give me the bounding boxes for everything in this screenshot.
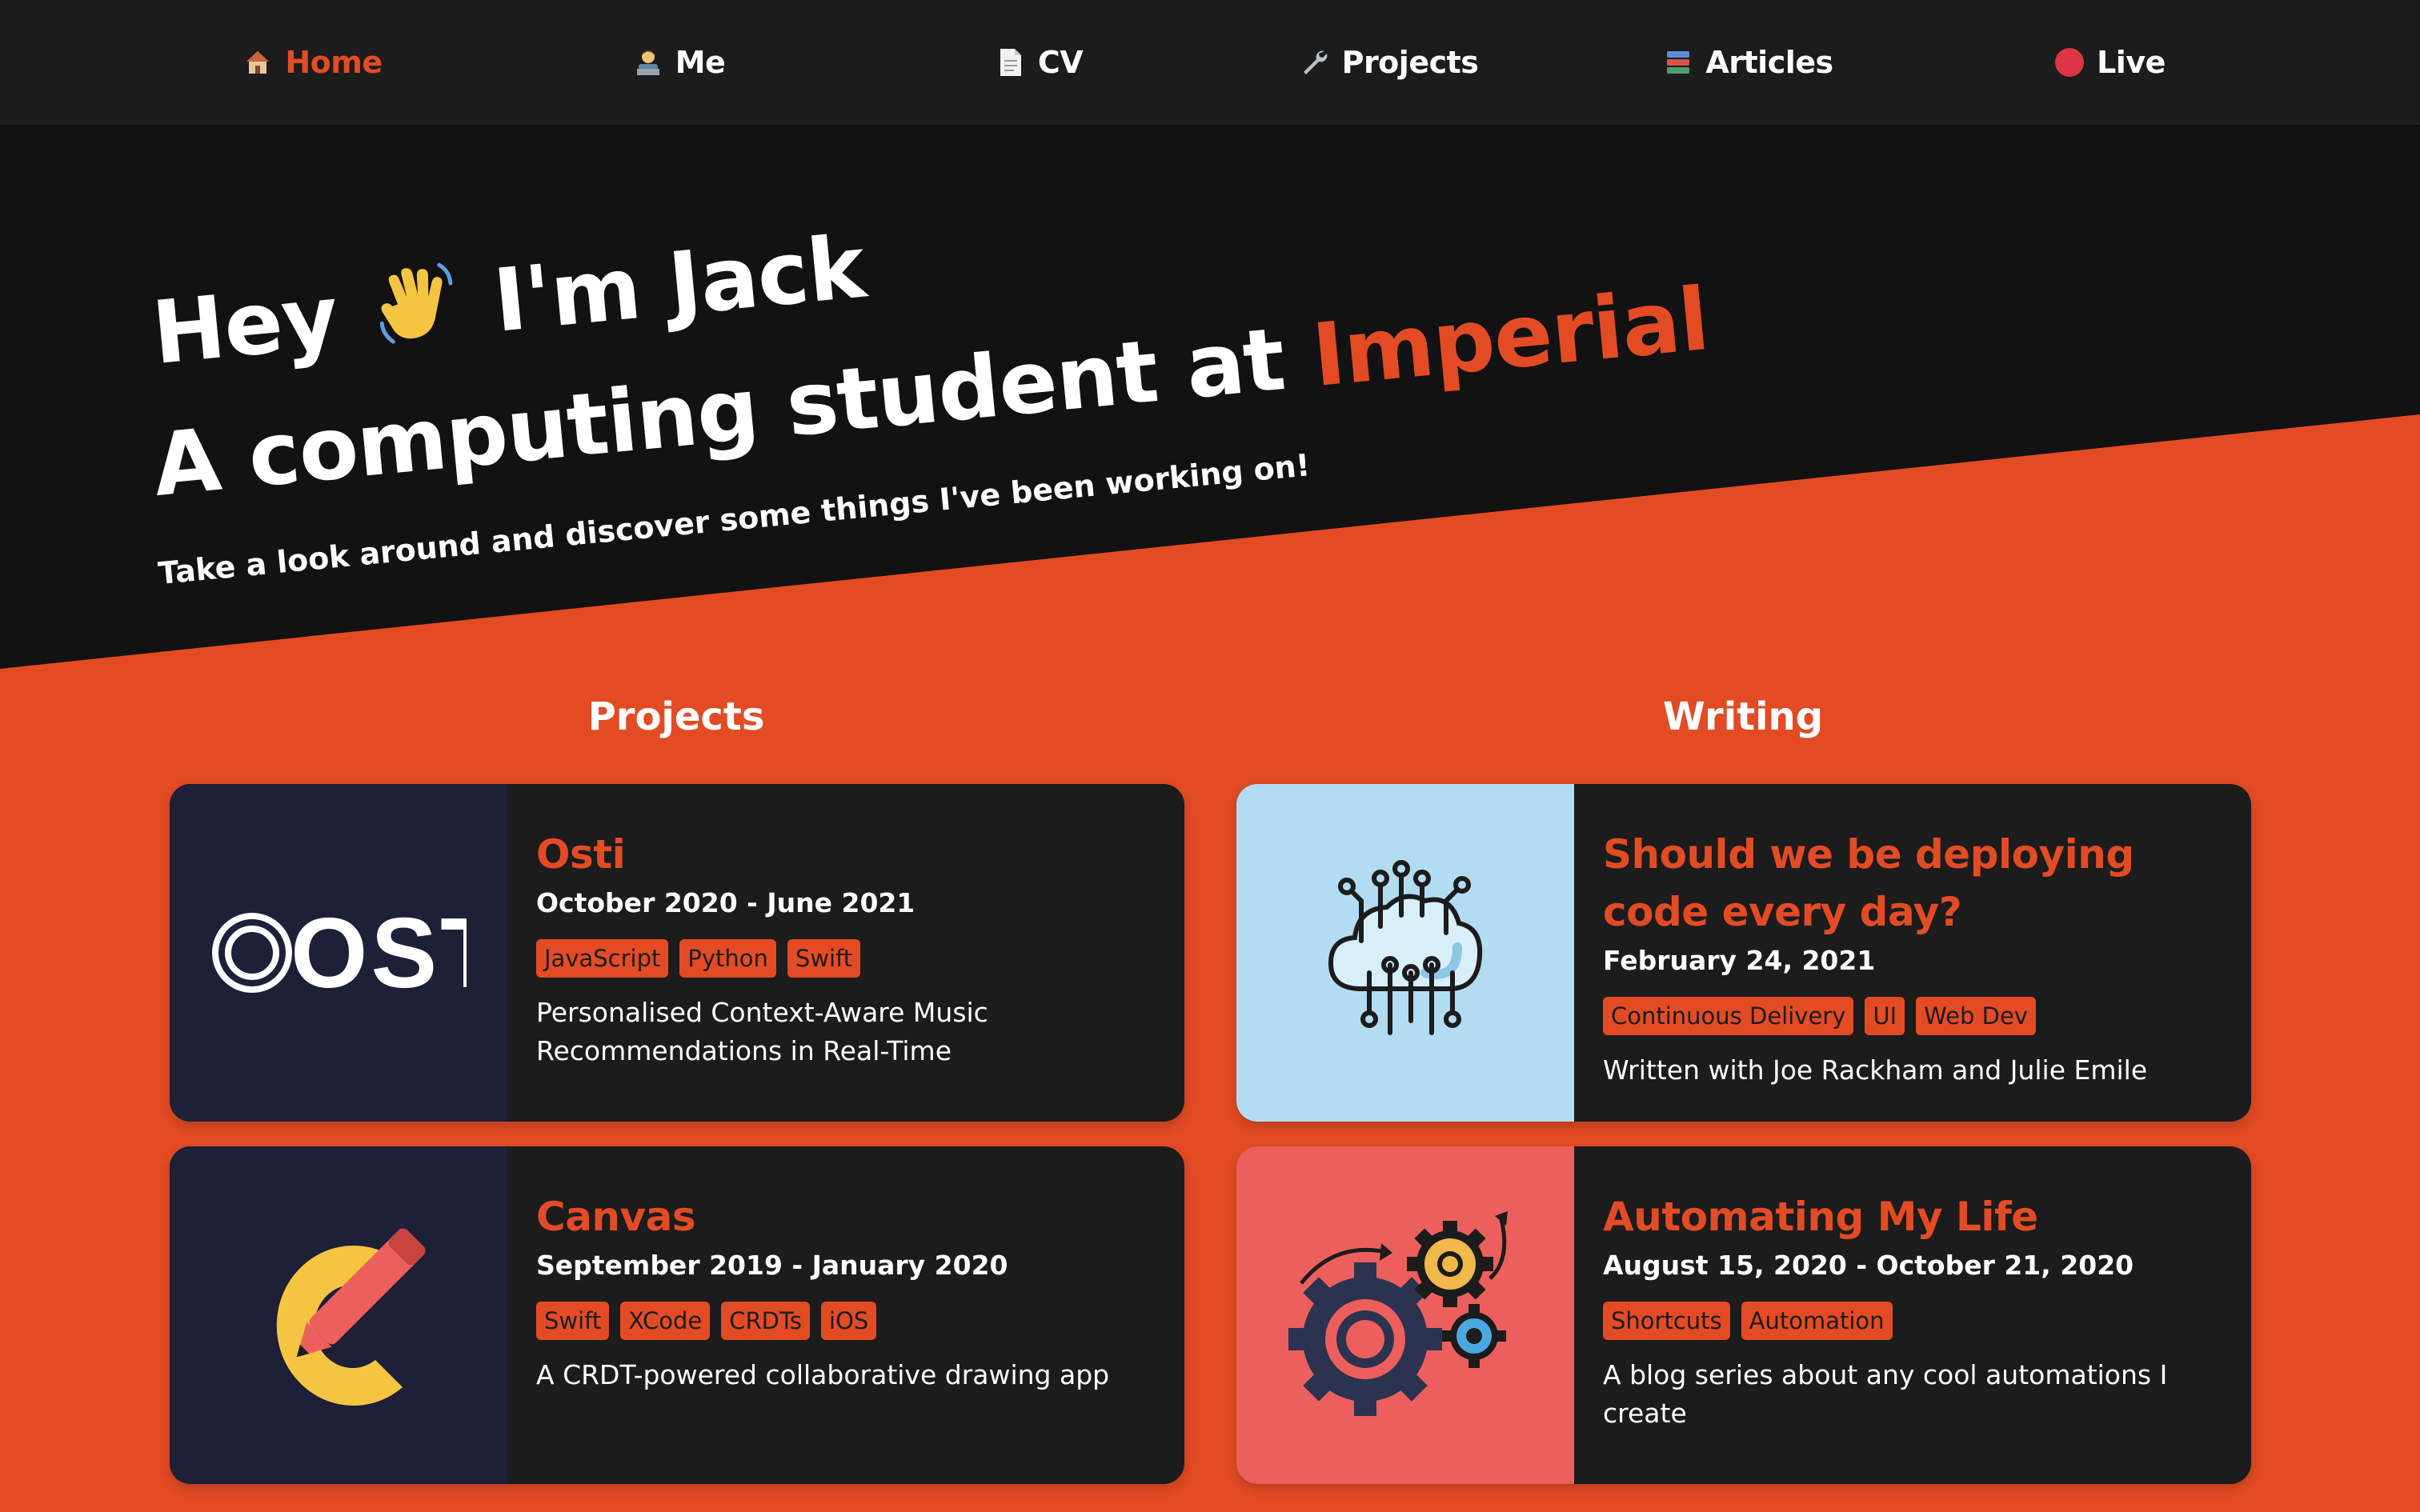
writing-section-title: Writing bbox=[1662, 694, 1824, 739]
cloud-circuit-image bbox=[1236, 784, 1574, 1122]
project-card-canvas[interactable]: Canvas September 2019 - January 2020 Swi… bbox=[170, 1146, 1184, 1484]
cloud-circuit-icon bbox=[1328, 860, 1483, 1035]
tag[interactable]: UI bbox=[1865, 997, 1905, 1035]
tag[interactable]: iOS bbox=[821, 1302, 877, 1340]
projects-section-title: Projects bbox=[587, 694, 765, 739]
tag[interactable]: Swift bbox=[787, 939, 861, 978]
tag[interactable]: Shortcuts bbox=[1603, 1302, 1730, 1340]
card-body: Automating My Life August 15, 2020 - Oct… bbox=[1603, 1188, 2219, 1433]
project-card-osti[interactable]: OSTI Osti October 2020 - June 2021 JavaS… bbox=[170, 784, 1184, 1122]
card-title[interactable]: Should we be deploying code every day? bbox=[1603, 826, 2211, 941]
gears-image bbox=[1236, 1146, 1574, 1484]
osti-logo-icon: OSTI bbox=[212, 905, 467, 1001]
card-date: October 2020 - June 2021 bbox=[536, 887, 916, 918]
card-date: August 15, 2020 - October 21, 2020 bbox=[1603, 1250, 2134, 1281]
tag[interactable]: Automation bbox=[1741, 1302, 1893, 1340]
tag[interactable]: Python bbox=[679, 939, 776, 978]
greeting-suffix: I'm Jack bbox=[489, 217, 869, 352]
waving-hand-icon bbox=[370, 259, 463, 370]
card-title[interactable]: Osti bbox=[536, 826, 1152, 883]
card-date: February 24, 2021 bbox=[1603, 945, 1876, 976]
tag[interactable]: CRDTs bbox=[721, 1302, 811, 1340]
tag-list: JavaScript Python Swift bbox=[536, 939, 1152, 978]
tag[interactable]: Web Dev bbox=[1916, 997, 2036, 1035]
tag[interactable]: Continuous Delivery bbox=[1603, 997, 1854, 1035]
gears-icon bbox=[1288, 1211, 1508, 1416]
tag-list: Swift XCode CRDTs iOS bbox=[536, 1302, 1152, 1340]
article-card-deploying[interactable]: Should we be deploying code every day? F… bbox=[1236, 784, 2251, 1122]
card-description: A blog series about any cool automations… bbox=[1603, 1359, 2168, 1429]
card-date: September 2019 - January 2020 bbox=[536, 1250, 1008, 1281]
tag-list: Shortcuts Automation bbox=[1603, 1302, 2219, 1340]
osti-logo: OSTI bbox=[170, 784, 507, 1122]
svg-text:OSTI: OSTI bbox=[290, 905, 467, 1001]
tag-list: Continuous Delivery UI Web Dev bbox=[1603, 997, 2219, 1035]
card-description: Written with Joe Rackham and Julie Emile bbox=[1603, 1054, 2148, 1086]
canvas-logo bbox=[170, 1146, 507, 1484]
greeting-prefix: Hey bbox=[148, 266, 343, 385]
card-body: Osti October 2020 - June 2021 JavaScript… bbox=[536, 826, 1152, 1070]
card-body: Canvas September 2019 - January 2020 Swi… bbox=[536, 1188, 1152, 1394]
canvas-logo-icon bbox=[276, 1228, 426, 1406]
tagline-accent: Imperial bbox=[1308, 269, 1713, 407]
article-card-automating[interactable]: Automating My Life August 15, 2020 - Oct… bbox=[1236, 1146, 2251, 1484]
tag[interactable]: JavaScript bbox=[536, 939, 669, 978]
card-title[interactable]: Automating My Life bbox=[1603, 1188, 2219, 1246]
card-description: A CRDT-powered collaborative drawing app bbox=[536, 1359, 1110, 1390]
card-description: Personalised Context-Aware Music Recomme… bbox=[536, 997, 988, 1066]
tag[interactable]: Swift bbox=[536, 1302, 610, 1340]
hero: Hey I'm Jack A computing student at Impe… bbox=[0, 0, 2420, 720]
card-title[interactable]: Canvas bbox=[536, 1188, 1152, 1246]
tag[interactable]: XCode bbox=[620, 1302, 711, 1340]
card-body: Should we be deploying code every day? F… bbox=[1603, 826, 2219, 1090]
